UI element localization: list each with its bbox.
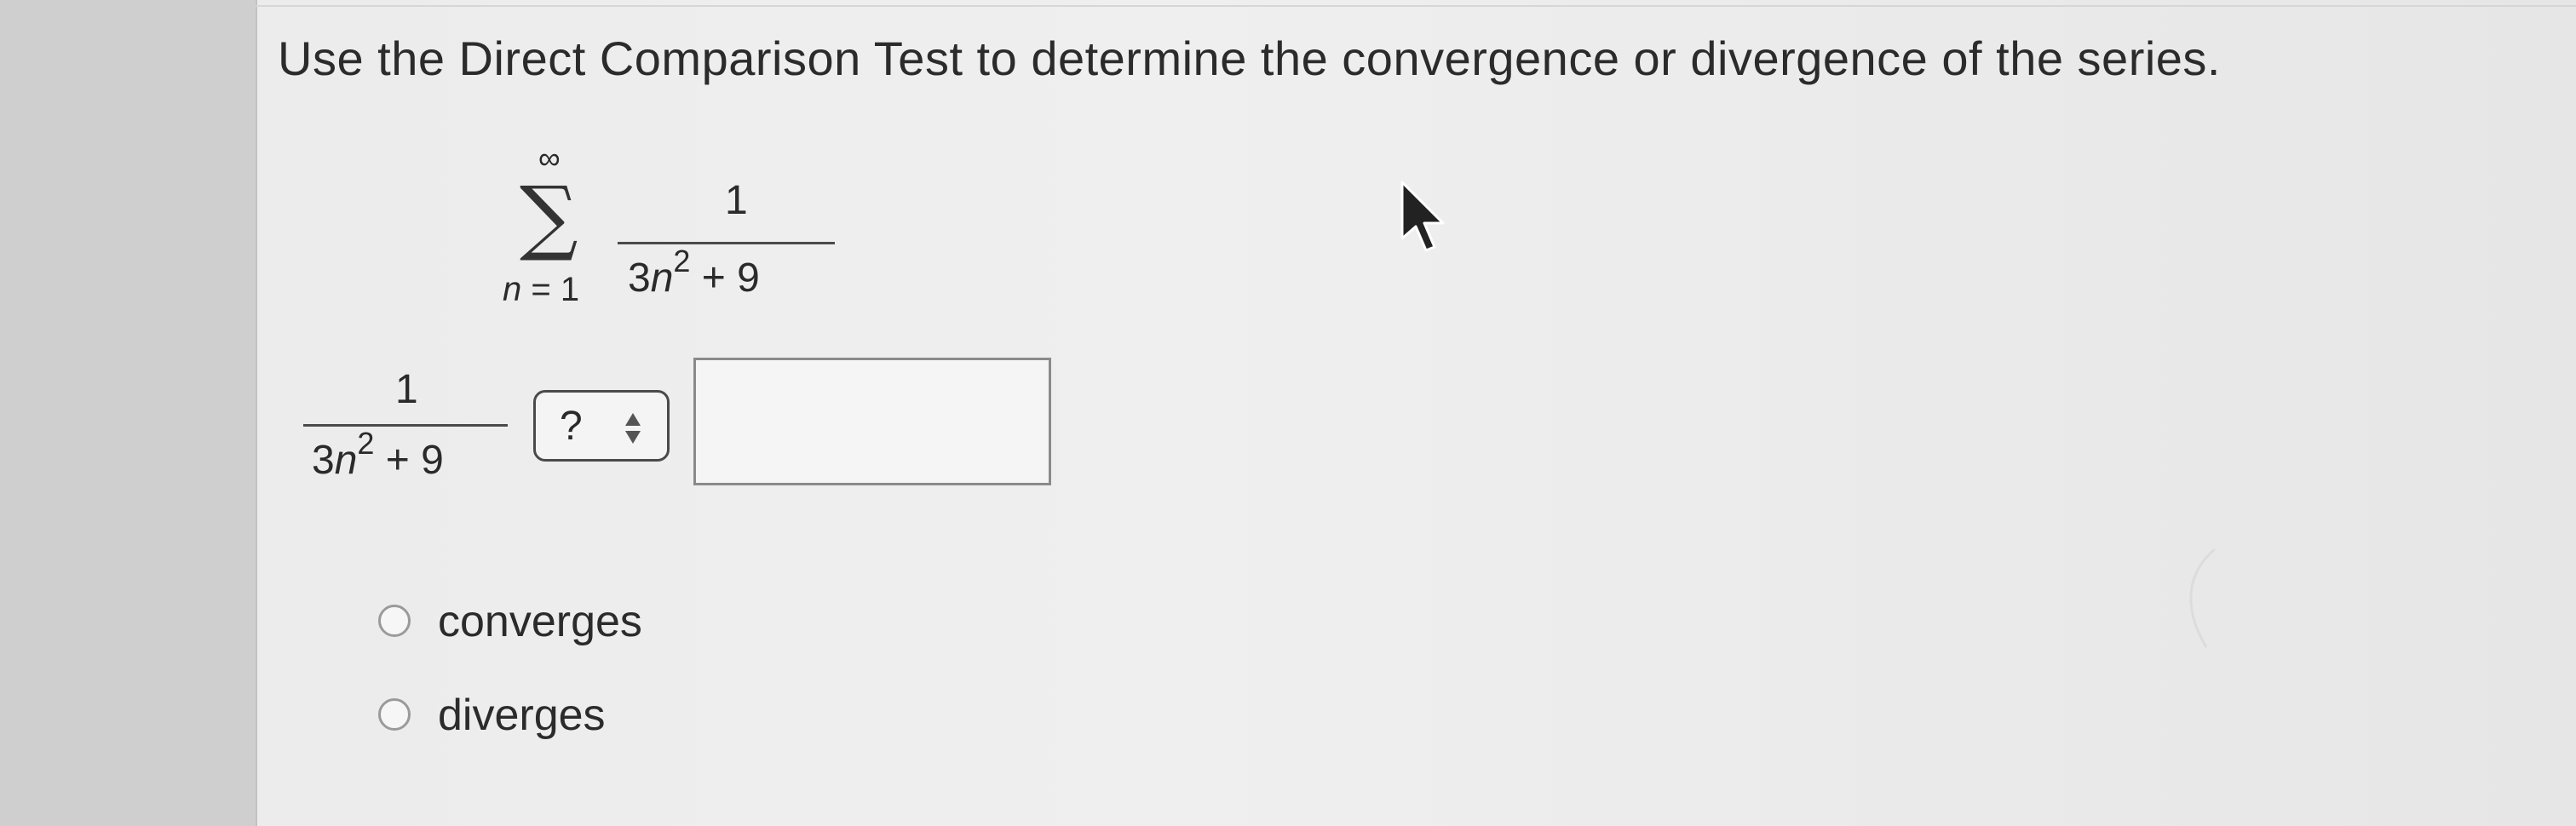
comparison-operator-select[interactable]: ? <box>533 390 670 462</box>
comparison-den-coef: 3 <box>312 438 335 483</box>
series-numerator: 1 <box>725 178 748 223</box>
comparison-den-exp: 2 <box>357 426 375 461</box>
select-value: ? <box>560 404 583 449</box>
comparison-den-var: n <box>334 438 358 483</box>
radio-diverges[interactable] <box>378 698 411 731</box>
sum-lower-limit: n = 1 <box>503 271 579 309</box>
comparison-numerator: 1 <box>395 367 418 412</box>
comparison-denominator: 3n2 + 9 <box>312 426 444 484</box>
radio-converges[interactable] <box>378 605 411 637</box>
sum-index-var: n <box>503 271 522 308</box>
series-expression: ∞ ∑ n = 1 1 3n2 + 9 <box>494 143 852 313</box>
series-den-rest: + 9 <box>690 255 760 301</box>
series-fraction-bar <box>618 242 835 244</box>
option-diverges-label: diverges <box>438 691 606 740</box>
summation-symbol: ∑ <box>520 169 578 264</box>
screen-smudge <box>2189 548 2216 648</box>
comparison-den-rest: + 9 <box>374 438 444 483</box>
series-den-var: n <box>650 255 674 301</box>
comparison-fraction-bar <box>303 424 508 427</box>
series-denominator: 3n2 + 9 <box>628 244 760 301</box>
comparison-answer-input[interactable] <box>693 358 1051 485</box>
question-text: Use the Direct Comparison Test to determ… <box>278 32 2221 85</box>
series-den-coef: 3 <box>628 255 651 301</box>
top-divider <box>256 5 2576 7</box>
option-converges-label: converges <box>438 597 642 646</box>
series-den-exp: 2 <box>673 244 691 278</box>
arrow-cursor-icon <box>1400 181 1445 252</box>
sum-index-start: = 1 <box>521 271 580 308</box>
up-down-arrows-icon <box>625 413 641 444</box>
